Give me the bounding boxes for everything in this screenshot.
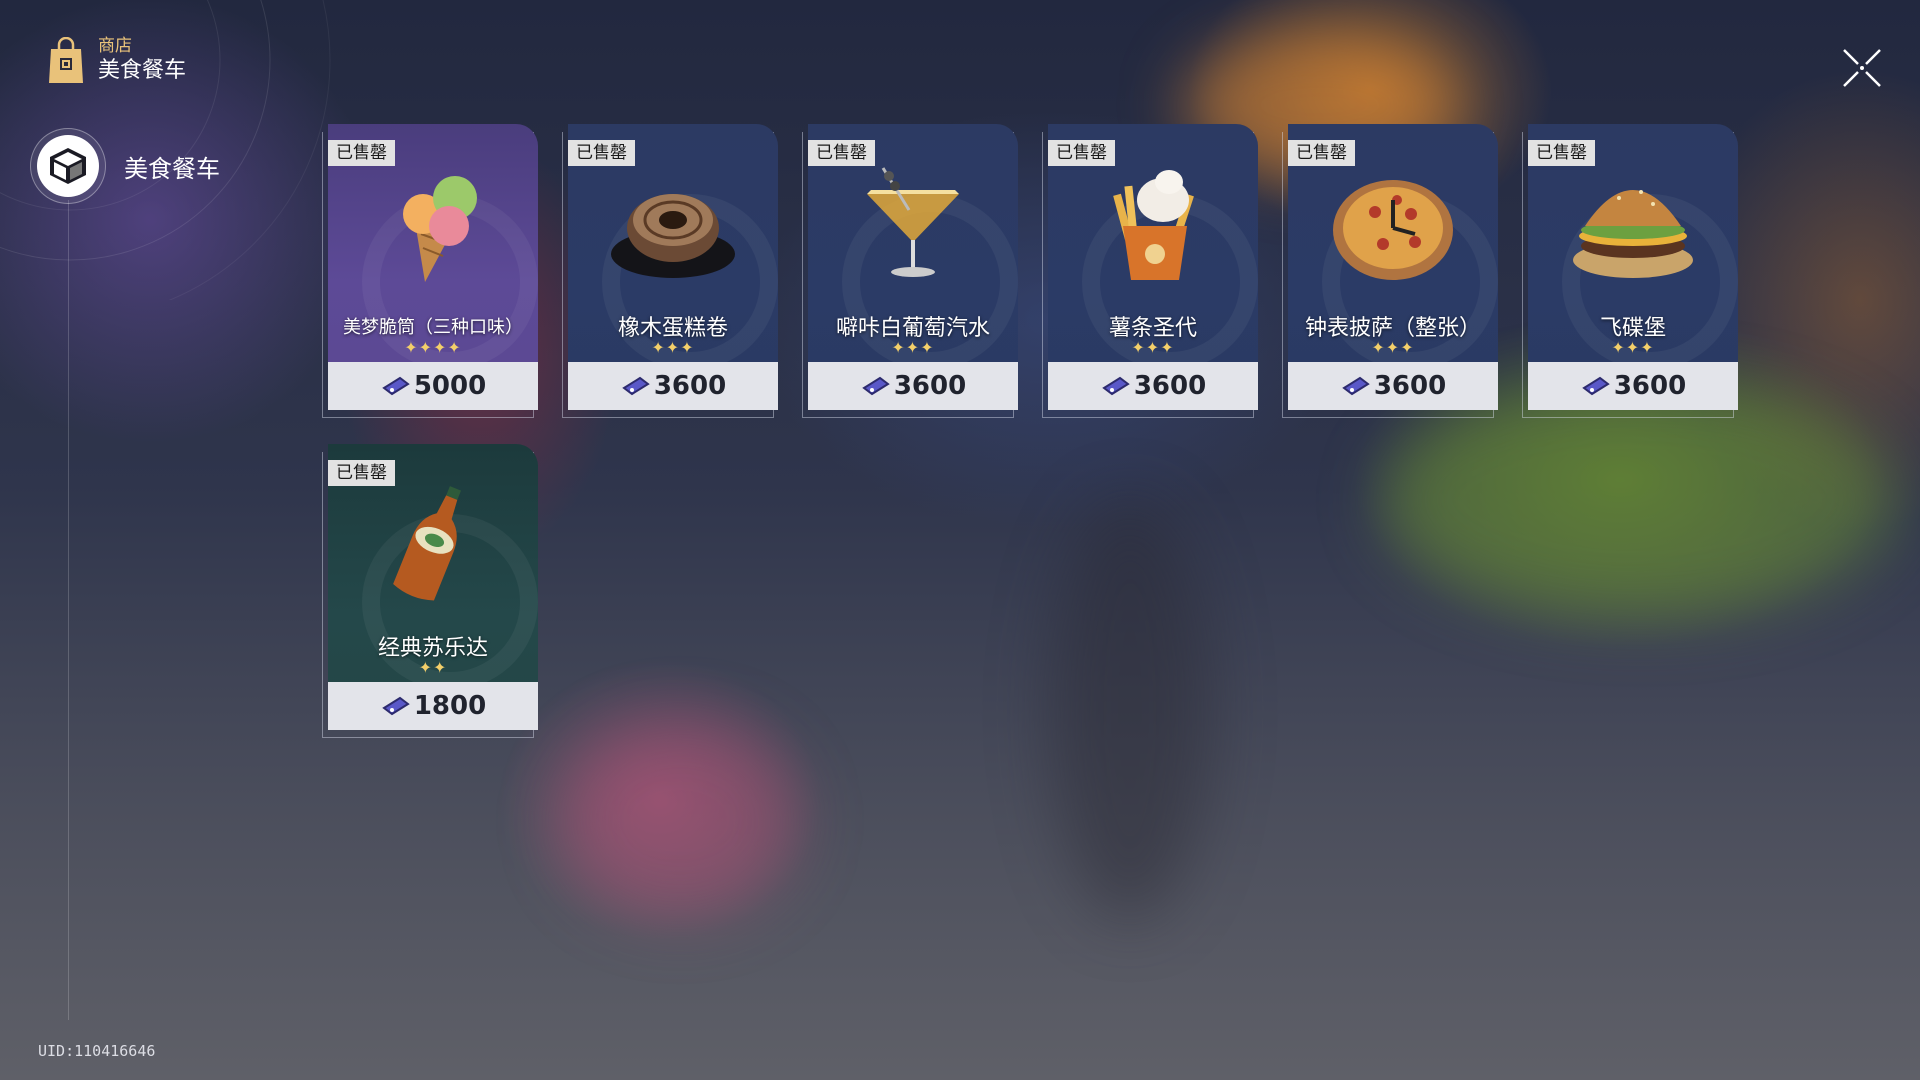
shop-header: 商店 美食餐车 xyxy=(48,36,186,86)
star-rating: ✦✦✦✦ xyxy=(404,338,462,357)
item-price: 5000 xyxy=(413,371,487,401)
star-rating: ✦✦ xyxy=(418,658,448,677)
card-body: 已售罄 美梦脆筒（三种口味） ✦✦✦✦ 5000 xyxy=(328,124,538,410)
card-body: 已售罄 噼咔白葡萄汽水 ✦✦✦ 3600 xyxy=(808,124,1018,410)
star-rating: ✦✦✦ xyxy=(1131,338,1175,357)
shop-item-card[interactable]: 已售罄 噼咔白葡萄汽水 ✦✦✦ 3600 xyxy=(802,124,1020,418)
soda-bottle-icon xyxy=(393,486,462,601)
shop-item-card[interactable]: 已售罄 橡木蛋糕卷 ✦✦✦ 3600 xyxy=(562,124,780,418)
star-rating: ✦✦✦ xyxy=(1371,338,1415,357)
item-price: 3600 xyxy=(653,371,727,401)
buy-button[interactable]: 1800 xyxy=(328,682,538,730)
ticket-currency-icon xyxy=(1582,376,1610,396)
cube-icon xyxy=(50,148,86,184)
item-name: 美梦脆筒（三种口味） xyxy=(343,317,523,338)
shop-item-card[interactable]: 已售罄 飞碟堡 ✦✦✦ 3600 xyxy=(1522,124,1740,418)
item-price: 3600 xyxy=(893,371,967,401)
buy-button[interactable]: 3600 xyxy=(808,362,1018,410)
shopping-bag-icon xyxy=(49,37,83,83)
sidebar-track-line xyxy=(68,200,69,1020)
item-price: 3600 xyxy=(1613,371,1687,401)
buy-button[interactable]: 3600 xyxy=(1288,362,1498,410)
ticket-currency-icon xyxy=(1342,376,1370,396)
item-price: 1800 xyxy=(413,691,487,721)
card-body: 已售罄 经典苏乐达 ✦✦ 1800 xyxy=(328,444,538,730)
buy-button[interactable]: 5000 xyxy=(328,362,538,410)
sold-out-badge: 已售罄 xyxy=(1288,140,1355,166)
card-body: 已售罄 橡木蛋糕卷 ✦✦✦ 3600 xyxy=(568,124,778,410)
cake-roll-icon xyxy=(611,194,735,278)
sold-out-badge: 已售罄 xyxy=(328,140,395,166)
background-blob xyxy=(560,720,800,920)
header-category: 商店 xyxy=(98,36,132,56)
close-icon[interactable] xyxy=(1838,44,1886,92)
item-price: 3600 xyxy=(1373,371,1447,401)
sidebar-item-label: 美食餐车 xyxy=(124,154,220,183)
page-title: 美食餐车 xyxy=(98,58,187,83)
shop-item-card[interactable]: 已售罄 薯条圣代 ✦✦✦ 3600 xyxy=(1042,124,1260,418)
buy-button[interactable]: 3600 xyxy=(1048,362,1258,410)
ticket-currency-icon xyxy=(382,376,410,396)
ticket-currency-icon xyxy=(1102,376,1130,396)
sold-out-badge: 已售罄 xyxy=(568,140,635,166)
star-rating: ✦✦✦ xyxy=(891,338,935,357)
fries-sundae-icon xyxy=(1113,170,1194,280)
buy-button[interactable]: 3600 xyxy=(1528,362,1738,410)
sold-out-badge: 已售罄 xyxy=(1528,140,1595,166)
sidebar-item-ring xyxy=(30,128,106,204)
card-body: 已售罄 飞碟堡 ✦✦✦ 3600 xyxy=(1528,124,1738,410)
sold-out-badge: 已售罄 xyxy=(1048,140,1115,166)
buy-button[interactable]: 3600 xyxy=(568,362,778,410)
sidebar-item-badge xyxy=(37,135,99,197)
burger-icon xyxy=(1573,190,1693,278)
shop-item-card[interactable]: 已售罄 美梦脆筒（三种口味） ✦✦✦✦ 5000 xyxy=(322,124,540,418)
star-rating: ✦✦✦ xyxy=(1611,338,1655,357)
ticket-currency-icon xyxy=(382,696,410,716)
sold-out-badge: 已售罄 xyxy=(328,460,395,486)
cocktail-glass-icon xyxy=(867,167,959,277)
item-price: 3600 xyxy=(1133,371,1207,401)
star-rating: ✦✦✦ xyxy=(651,338,695,357)
sold-out-badge: 已售罄 xyxy=(808,140,875,166)
ticket-currency-icon xyxy=(622,376,650,396)
card-body: 已售罄 钟表披萨（整张） ✦✦✦ 3600 xyxy=(1288,124,1498,410)
card-body: 已售罄 薯条圣代 ✦✦✦ 3600 xyxy=(1048,124,1258,410)
shop-item-grid: 已售罄 美梦脆筒（三种口味） ✦✦✦✦ 5000 已售罄 橡木蛋糕卷 ✦✦✦ 3… xyxy=(322,124,1740,738)
sidebar-item-food-truck[interactable]: 美食餐车 xyxy=(30,128,220,204)
shop-item-card[interactable]: 已售罄 经典苏乐达 ✦✦ 1800 xyxy=(322,444,540,738)
ticket-currency-icon xyxy=(862,376,890,396)
ice-cream-cone-icon xyxy=(403,176,477,282)
pizza-icon xyxy=(1333,180,1453,280)
uid-label: UID:110416646 xyxy=(38,1042,156,1060)
shop-item-card[interactable]: 已售罄 钟表披萨（整张） ✦✦✦ 3600 xyxy=(1282,124,1500,418)
